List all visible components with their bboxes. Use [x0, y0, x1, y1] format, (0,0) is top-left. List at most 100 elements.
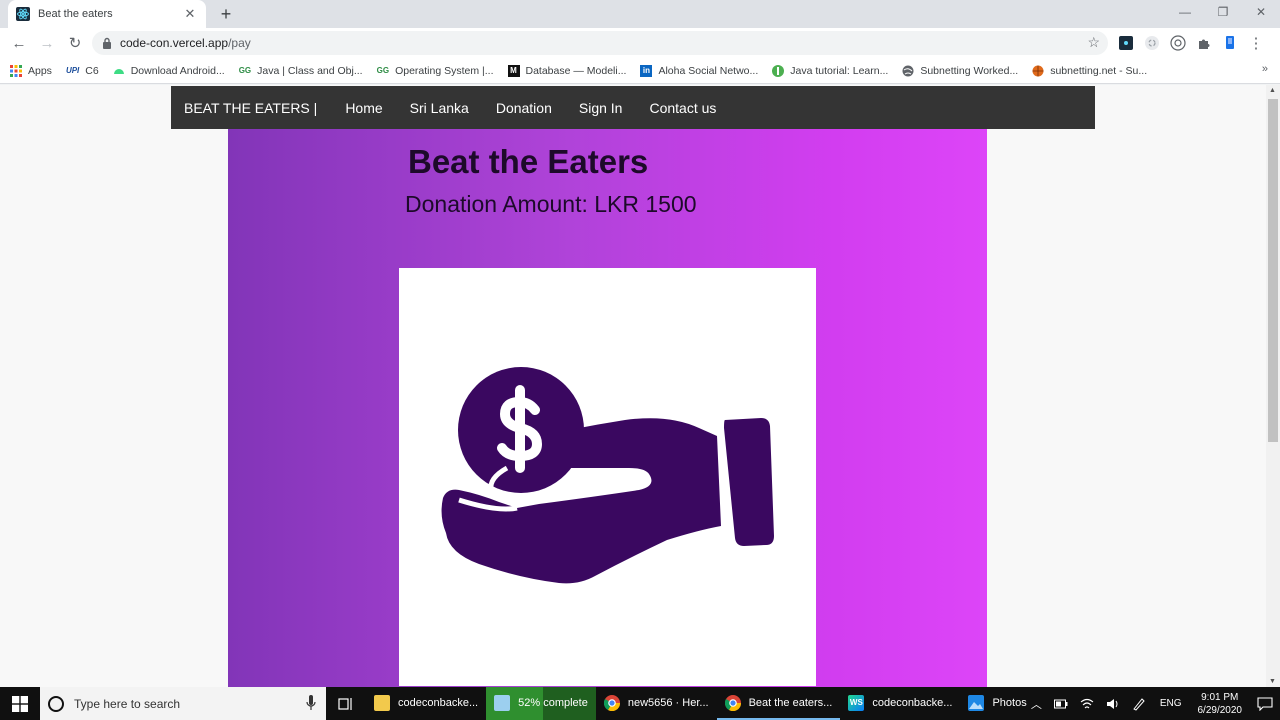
battery-icon[interactable] — [1053, 699, 1068, 709]
bookmark-apps[interactable]: Apps — [10, 64, 52, 77]
copy-progress-icon — [494, 694, 511, 711]
bookmarks-overflow-icon[interactable]: » — [1262, 63, 1268, 75]
taskbar-item-webstorm[interactable]: WS codeconbacke... — [840, 687, 960, 720]
bookmark-label: Subnetting Worked... — [920, 64, 1019, 77]
bookmark-label: Java tutorial: Learn... — [790, 64, 889, 77]
scroll-up-arrow-icon[interactable]: ▲ — [1269, 87, 1276, 94]
bookmark-android[interactable]: Download Android... — [113, 65, 225, 77]
scrollbar-thumb[interactable] — [1268, 99, 1278, 442]
forward-button[interactable]: → — [34, 30, 60, 56]
url-text: code-con.vercel.app/pay — [120, 36, 251, 50]
taskbar-item-label: codeconbacke... — [872, 696, 953, 709]
taskbar-item-chrome-1[interactable]: new5656 · Her... — [596, 687, 717, 720]
taskbar-search[interactable]: Type here to search — [40, 687, 326, 720]
taskbar-item-chrome-2[interactable]: Beat the eaters... — [716, 687, 841, 720]
page-viewport: BEAT THE EATERS | Home Sri Lanka Donatio… — [0, 85, 1280, 687]
react-devtools-icon[interactable] — [1116, 33, 1136, 53]
chrome-menu-icon[interactable]: ⋮ — [1246, 33, 1266, 53]
tab-title: Beat the eaters — [38, 8, 113, 20]
taskbar-clock[interactable]: 9:01 PM 6/29/2020 — [1198, 691, 1243, 717]
new-tab-button[interactable]: + — [216, 4, 236, 24]
notification-center-icon[interactable] — [1250, 696, 1280, 711]
donation-hero: Beat the Eaters Donation Amount: LKR 150… — [228, 129, 987, 687]
bookmark-label: Database — Modeli... — [525, 64, 627, 77]
bookmark-linkedin[interactable]: in Aloha Social Netwo... — [640, 64, 758, 77]
browser-toolbar: ← → ↻ code-con.vercel.app/pay ☆ ⋮ — [0, 28, 1280, 58]
bookmark-subnetting-worked[interactable]: Subnetting Worked... — [902, 65, 1018, 77]
task-view-icon[interactable] — [326, 687, 366, 720]
bookmark-label: Download Android... — [130, 64, 225, 77]
volume-icon[interactable] — [1106, 698, 1120, 710]
bookmark-label: Apps — [28, 64, 52, 77]
chrome-icon — [724, 694, 741, 711]
bookmark-label: Java | Class and Obj... — [257, 64, 363, 77]
nav-link-sri-lanka[interactable]: Sri Lanka — [410, 100, 469, 116]
extensions-area: ⋮ — [1116, 31, 1266, 55]
address-bar[interactable]: code-con.vercel.app/pay ☆ — [92, 31, 1108, 55]
puzzle-extensions-icon[interactable] — [1194, 33, 1214, 53]
taskbar-item-label: new5656 · Her... — [627, 696, 709, 709]
apps-grid-icon — [10, 64, 22, 77]
start-button[interactable] — [0, 687, 40, 720]
bookmark-subnetting-net[interactable]: subnetting.net - Su... — [1032, 65, 1147, 77]
green-globe-icon — [772, 64, 785, 77]
gfg-icon: GG — [376, 66, 390, 75]
scroll-down-arrow-icon[interactable]: ▼ — [1269, 678, 1276, 685]
android-icon — [113, 68, 124, 74]
profile-avatar-icon[interactable] — [1220, 33, 1240, 53]
upi-icon: UPI — [65, 66, 80, 75]
taskbar-item-label: 52% complete — [518, 696, 588, 709]
pen-icon[interactable] — [1132, 697, 1146, 711]
site-navbar: BEAT THE EATERS | Home Sri Lanka Donatio… — [171, 86, 1095, 129]
bookmark-medium[interactable]: M Database — Modeli... — [507, 64, 627, 77]
taskbar-item-label: codeconbacke... — [398, 696, 479, 709]
close-window-button[interactable]: ✕ — [1242, 0, 1280, 24]
taskbar-item-label: Photos — [992, 696, 1027, 709]
cortana-circle-icon — [48, 695, 64, 712]
windows-logo-icon — [12, 695, 28, 712]
bookmark-upi[interactable]: UPI C6 — [66, 65, 99, 77]
gfg-icon: GG — [238, 66, 252, 75]
tab-strip: Beat the eaters ✕ + — ❐ ✕ — [0, 0, 1280, 28]
nav-link-sign-in[interactable]: Sign In — [579, 100, 623, 116]
donation-icon-card — [399, 268, 816, 686]
basketball-icon — [1032, 65, 1044, 76]
bookmarks-bar: Apps UPI C6 Download Android... GG Java … — [0, 58, 1280, 84]
windows-taskbar: Type here to search codeconbacke... 52% … — [0, 687, 1280, 720]
linkedin-icon: in — [640, 64, 653, 77]
tray-overflow-chevron-icon[interactable]: ︿ — [1031, 696, 1042, 712]
tab-close-icon[interactable]: ✕ — [182, 6, 198, 22]
tracker-extension-icon[interactable] — [1168, 33, 1188, 53]
bookmark-gfg-os[interactable]: GG Operating System |... — [377, 65, 494, 77]
lock-icon — [103, 37, 111, 49]
nav-link-donation[interactable]: Donation — [496, 100, 552, 116]
nav-link-contact-us[interactable]: Contact us — [649, 100, 716, 116]
window-controls: — ❐ ✕ — [1166, 0, 1280, 28]
language-indicator[interactable]: ENG — [1160, 698, 1182, 709]
wifi-icon[interactable] — [1080, 698, 1094, 710]
minimize-button[interactable]: — — [1166, 0, 1204, 24]
bookmark-star-icon[interactable]: ☆ — [1087, 34, 1100, 51]
restore-button[interactable]: ❐ — [1204, 0, 1242, 24]
search-placeholder: Type here to search — [74, 696, 181, 711]
taskbar-item-photos[interactable]: Photos — [960, 687, 1034, 720]
page-scrollbar[interactable]: ▲ ▼ — [1266, 85, 1280, 687]
microphone-icon[interactable] — [306, 695, 316, 711]
url-host: code-con.vercel.app — [120, 36, 229, 50]
bookmark-label: subnetting.net - Su... — [1050, 64, 1148, 77]
clock-date: 6/29/2020 — [1197, 704, 1243, 716]
bookmark-gfg-java[interactable]: GG Java | Class and Obj... — [239, 65, 363, 77]
taskbar-item-copy-progress[interactable]: 52% complete — [486, 687, 596, 720]
bookmark-java-tutorial[interactable]: Java tutorial: Learn... — [772, 64, 889, 77]
photos-icon — [968, 694, 985, 711]
nav-link-home[interactable]: Home — [345, 100, 382, 116]
back-button[interactable]: ← — [6, 30, 32, 56]
hand-holding-dollar-icon — [441, 367, 774, 584]
clock-time: 9:01 PM — [1201, 691, 1239, 703]
reload-button[interactable]: ↻ — [62, 30, 88, 56]
taskbar-item-explorer[interactable]: codeconbacke... — [366, 687, 486, 720]
site-brand[interactable]: BEAT THE EATERS | — [184, 100, 317, 116]
browser-tab-active[interactable]: Beat the eaters ✕ — [8, 0, 206, 28]
globe-icon — [902, 65, 914, 76]
loading-extension-icon[interactable] — [1142, 33, 1162, 53]
